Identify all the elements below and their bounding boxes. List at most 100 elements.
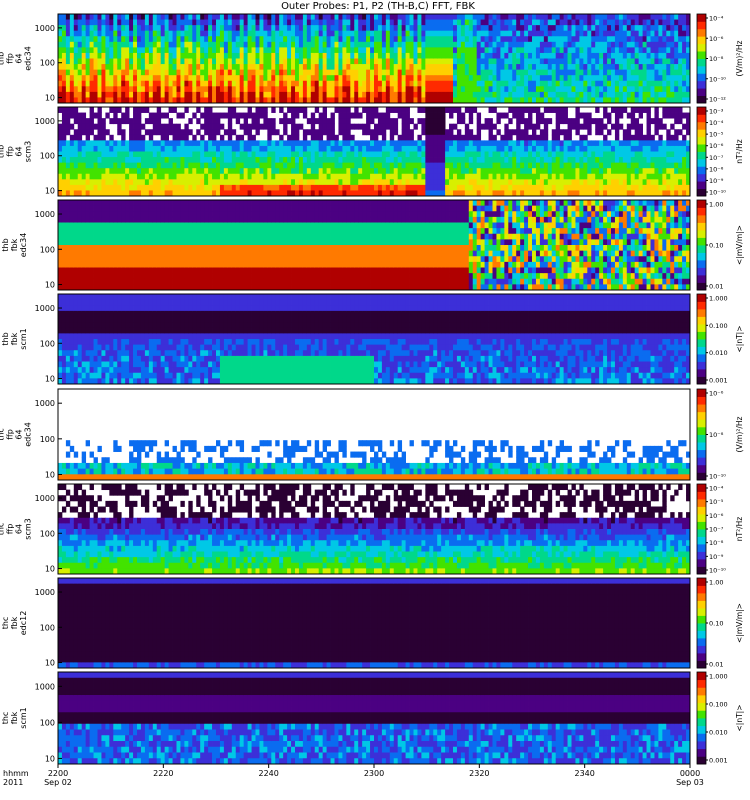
heatmap-cell	[267, 14, 272, 20]
heatmap-cell	[77, 151, 83, 158]
heatmap-cell	[350, 41, 355, 48]
heatmap-cell	[109, 69, 114, 76]
heatmap-cell	[176, 64, 181, 71]
heatmap-cell	[638, 64, 643, 71]
heatmap-cell	[255, 112, 260, 119]
heatmap-cell	[500, 173, 505, 180]
heatmap-cell	[188, 80, 193, 87]
heatmap-cell	[176, 162, 181, 169]
heatmap-cell	[113, 25, 118, 32]
heatmap-cell	[61, 118, 67, 125]
heatmap-cell	[267, 118, 272, 125]
heatmap-cell	[638, 168, 643, 175]
heatmap-cell	[587, 64, 592, 71]
heatmap-cell	[212, 112, 217, 119]
heatmap-cell	[148, 173, 154, 180]
heatmap-cell	[93, 140, 98, 147]
heatmap-cell	[140, 107, 146, 113]
heatmap-cell	[247, 69, 252, 76]
heatmap-cell	[267, 173, 272, 180]
heatmap-cell	[393, 151, 399, 158]
heatmap-cell	[105, 168, 110, 175]
heatmap-cell	[152, 69, 158, 76]
heatmap-cell	[81, 86, 87, 93]
heatmap-cell	[148, 58, 154, 65]
heatmap-cell	[291, 145, 296, 152]
heatmap-cell	[555, 25, 561, 32]
heatmap-cell	[322, 123, 327, 130]
heatmap-cell	[508, 58, 513, 65]
heatmap-cell	[354, 145, 359, 152]
heatmap-cell	[445, 52, 450, 59]
heatmap-cell	[310, 123, 316, 130]
heatmap-cell	[587, 157, 592, 164]
heatmap-cell	[524, 162, 529, 169]
heatmap-cell	[283, 80, 288, 87]
heatmap-cell	[496, 19, 501, 26]
heatmap-cell	[184, 47, 189, 54]
heatmap-cell	[133, 140, 138, 147]
heatmap-cell	[310, 157, 316, 164]
heatmap-cell	[393, 145, 399, 152]
heatmap-cell	[267, 86, 272, 93]
heatmap-cell	[81, 14, 87, 20]
heatmap-cell	[425, 14, 430, 20]
heatmap-cell	[397, 58, 403, 65]
heatmap-cell	[69, 75, 75, 82]
heatmap-cell	[429, 112, 434, 119]
heatmap-cell	[385, 64, 391, 71]
heatmap-cell	[354, 69, 359, 76]
heatmap-cell	[271, 14, 276, 20]
heatmap-cell	[129, 36, 134, 43]
heatmap-cell	[559, 75, 564, 82]
heatmap-cell	[172, 25, 177, 32]
heatmap-cell	[223, 80, 229, 87]
heatmap-cell	[567, 58, 572, 65]
heatmap-cell	[516, 151, 521, 158]
heatmap-cell	[73, 80, 79, 87]
heatmap-cell	[73, 36, 79, 43]
heatmap-cell	[508, 36, 513, 43]
heatmap-cell	[208, 47, 213, 54]
heatmap-cell	[251, 64, 256, 71]
heatmap-cell	[358, 179, 363, 186]
heatmap-cell	[89, 19, 94, 26]
heatmap-cell	[129, 64, 134, 71]
heatmap-cell	[259, 168, 264, 175]
heatmap-cell	[326, 30, 331, 37]
heatmap-cell	[650, 64, 655, 71]
heatmap-cell	[330, 30, 335, 37]
heatmap-cell	[271, 80, 276, 87]
heatmap-cell	[539, 25, 545, 32]
heatmap-cell	[524, 179, 529, 186]
heatmap-cell	[164, 129, 169, 136]
heatmap-cell	[73, 256, 79, 263]
heatmap-cell	[65, 107, 71, 113]
heatmap-cell	[255, 123, 260, 130]
heatmap-cell	[674, 91, 679, 98]
heatmap-cell	[267, 30, 272, 37]
heatmap-cell	[460, 168, 466, 175]
heatmap-cell	[579, 162, 584, 169]
heatmap-cell	[58, 52, 63, 59]
heatmap-cell	[184, 168, 189, 175]
heatmap-cell	[488, 41, 493, 48]
heatmap-cell	[247, 14, 252, 20]
heatmap-cell	[385, 107, 391, 113]
heatmap-cell	[204, 140, 209, 147]
heatmap-cell	[326, 123, 331, 130]
heatmap-cell	[235, 140, 241, 147]
heatmap-cell	[381, 134, 387, 141]
heatmap-cell	[168, 75, 173, 82]
heatmap-cell	[77, 228, 83, 235]
heatmap-cell	[137, 118, 142, 125]
heatmap-cell	[212, 30, 217, 37]
heatmap-cell	[409, 118, 414, 125]
heatmap-cell	[460, 151, 466, 158]
heatmap-cell	[555, 91, 561, 98]
heatmap-cell	[314, 19, 320, 26]
heatmap-cell	[235, 25, 241, 32]
heatmap-cell	[603, 80, 608, 87]
heatmap-cell	[658, 36, 663, 43]
heatmap-cell	[603, 162, 608, 169]
